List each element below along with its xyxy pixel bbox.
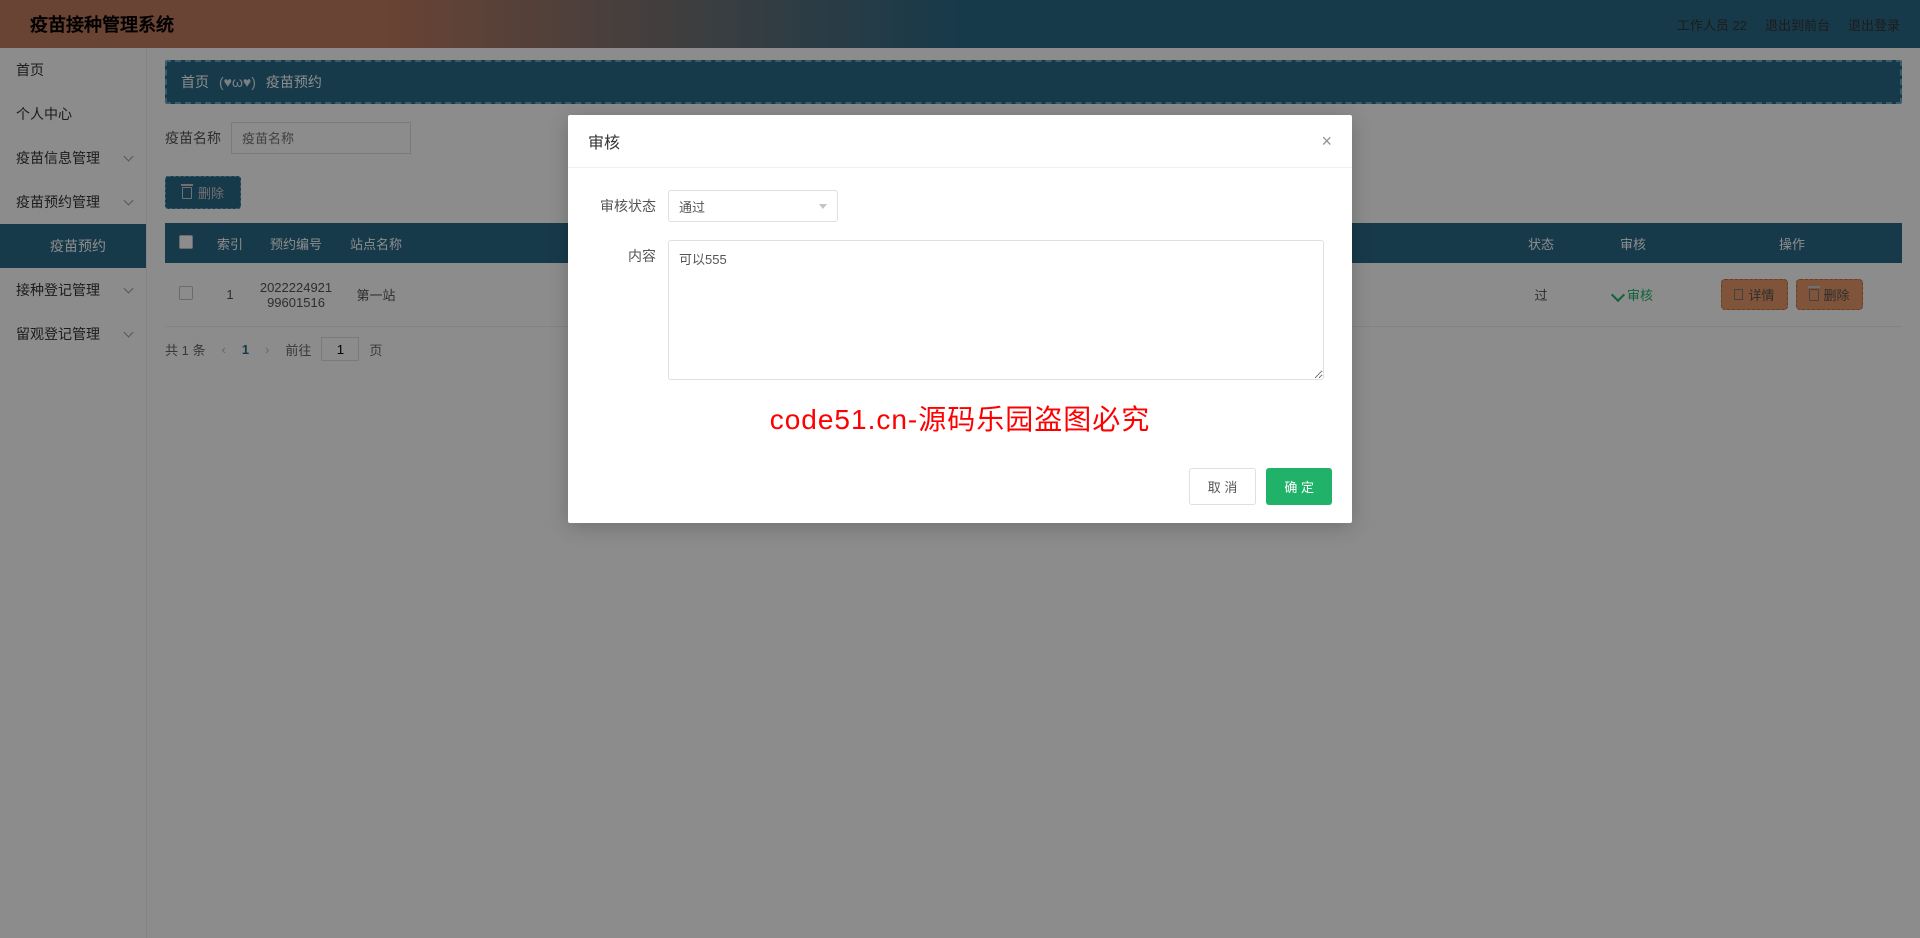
watermark-text: code51.cn-源码乐园盗图必究 bbox=[596, 398, 1324, 438]
chevron-down-icon bbox=[819, 204, 827, 209]
modal-overlay[interactable]: 审核 × 审核状态 通过 内容 code51.cn-源码乐园盗图必究 取 消 确… bbox=[0, 0, 1920, 938]
status-select-value: 通过 bbox=[679, 197, 705, 216]
modal-header: 审核 × bbox=[568, 115, 1352, 168]
modal-body: 审核状态 通过 内容 code51.cn-源码乐园盗图必究 bbox=[568, 168, 1352, 458]
cancel-button[interactable]: 取 消 bbox=[1189, 468, 1257, 505]
status-select[interactable]: 通过 bbox=[668, 190, 838, 222]
modal-footer: 取 消 确 定 bbox=[568, 458, 1352, 523]
audit-modal: 审核 × 审核状态 通过 内容 code51.cn-源码乐园盗图必究 取 消 确… bbox=[568, 115, 1352, 523]
modal-title: 审核 bbox=[588, 129, 620, 153]
confirm-button[interactable]: 确 定 bbox=[1266, 468, 1332, 505]
content-textarea[interactable] bbox=[668, 240, 1324, 380]
close-icon[interactable]: × bbox=[1321, 132, 1332, 150]
content-label: 内容 bbox=[596, 240, 668, 266]
status-label: 审核状态 bbox=[596, 190, 668, 216]
